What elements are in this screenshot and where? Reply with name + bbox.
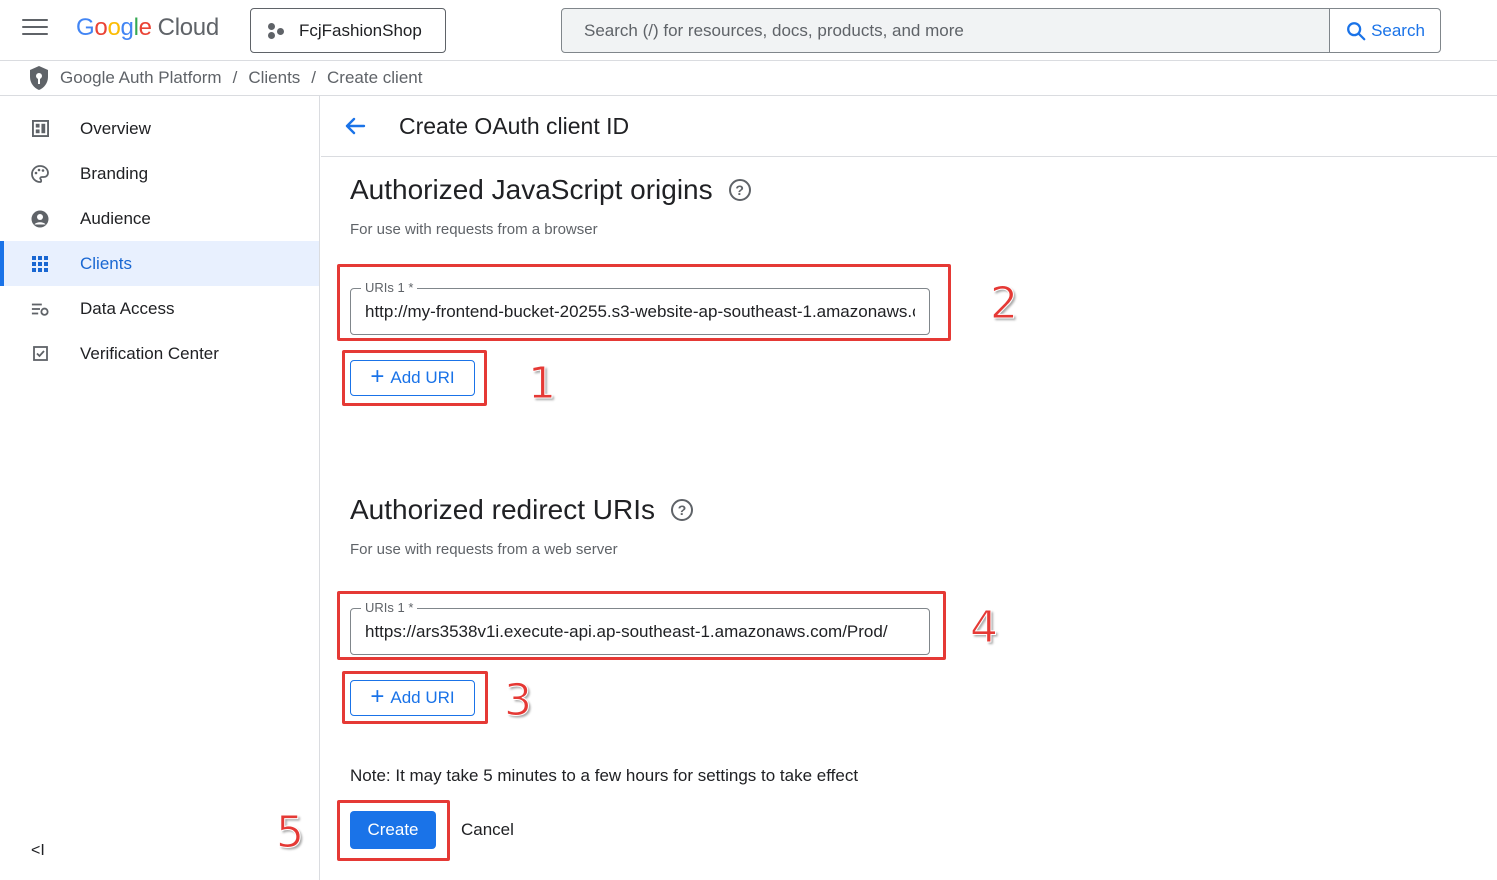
project-icon [267, 22, 285, 39]
js-origins-heading: Authorized JavaScript origins ? [350, 174, 751, 206]
annotation-number-3: 3 [504, 675, 533, 727]
js-origins-title: Authorized JavaScript origins [350, 174, 713, 205]
collapse-sidebar-icon[interactable]: <I [31, 842, 45, 860]
js-origins-description: For use with requests from a browser [350, 221, 598, 238]
redirect-uris-description: For use with requests from a web server [350, 541, 618, 558]
annotation-box-3 [342, 671, 488, 724]
settings-note: Note: It may take 5 minutes to a few hou… [350, 766, 859, 785]
checkbox-icon [31, 345, 49, 363]
palette-icon [31, 164, 49, 183]
sidebar-item-branding[interactable]: Branding [0, 151, 319, 196]
person-icon [31, 210, 49, 228]
shield-icon [30, 66, 48, 90]
breadcrumb: Google Auth Platform / Clients / Create … [0, 61, 1497, 96]
help-icon[interactable]: ? [728, 179, 751, 201]
annotation-box-4 [337, 591, 946, 660]
search-input[interactable] [562, 9, 1329, 52]
dashboard-icon [31, 120, 49, 138]
annotation-number-2: 2 [990, 278, 1019, 330]
search-bar: Search [561, 8, 1441, 53]
annotation-number-4: 4 [970, 602, 999, 654]
data-access-icon [31, 300, 49, 318]
hamburger-menu-icon[interactable] [22, 19, 48, 41]
annotation-number-1: 1 [528, 358, 557, 410]
grid-icon [31, 255, 49, 273]
sidebar-item-label: Verification Center [80, 343, 219, 363]
sidebar-item-label: Overview [80, 118, 151, 138]
annotation-box-2 [337, 264, 951, 341]
search-button-label: Search [1371, 20, 1425, 40]
breadcrumb-google-auth-platform[interactable]: Google Auth Platform [60, 68, 222, 88]
back-arrow-icon[interactable] [343, 113, 369, 139]
annotation-box-5 [337, 800, 450, 861]
help-icon[interactable]: ? [671, 499, 694, 521]
search-icon [1347, 21, 1366, 40]
sidebar-item-verification-center[interactable]: Verification Center [0, 331, 319, 376]
breadcrumb-clients[interactable]: Clients [248, 68, 300, 88]
sidebar-item-label: Data Access [80, 298, 175, 318]
project-selector-button[interactable]: FcjFashionShop [250, 8, 446, 53]
breadcrumb-separator: / [311, 68, 317, 87]
sidebar-item-label: Audience [80, 208, 151, 228]
breadcrumb-separator: / [232, 68, 238, 87]
google-cloud-logo[interactable]: Google Cloud [76, 14, 219, 42]
sidebar-item-label: Branding [80, 163, 149, 183]
project-name: FcjFashionShop [299, 20, 422, 40]
redirect-uris-title: Authorized redirect URIs [350, 494, 656, 525]
sidebar-item-audience[interactable]: Audience [0, 196, 319, 241]
sidebar-item-data-access[interactable]: Data Access [0, 286, 319, 331]
annotation-box-1 [342, 350, 487, 406]
page-header: Create OAuth client ID [321, 96, 1497, 157]
redirect-uris-heading: Authorized redirect URIs ? [350, 494, 694, 526]
sidebar-item-overview[interactable]: Overview [0, 106, 319, 151]
annotation-number-5: 5 [276, 807, 305, 859]
cancel-button[interactable]: Cancel [451, 811, 524, 849]
search-button[interactable]: Search [1329, 9, 1440, 52]
sidebar: Overview Branding Audience Clients Data … [0, 96, 320, 880]
main-content: Create OAuth client ID Authorized JavaSc… [321, 96, 1497, 880]
sidebar-item-clients[interactable]: Clients [0, 241, 319, 286]
page-title: Create OAuth client ID [399, 112, 630, 139]
breadcrumb-create-client: Create client [327, 68, 423, 87]
top-bar: Google Cloud FcjFashionShop Search [0, 0, 1497, 61]
sidebar-item-label: Clients [80, 253, 132, 273]
